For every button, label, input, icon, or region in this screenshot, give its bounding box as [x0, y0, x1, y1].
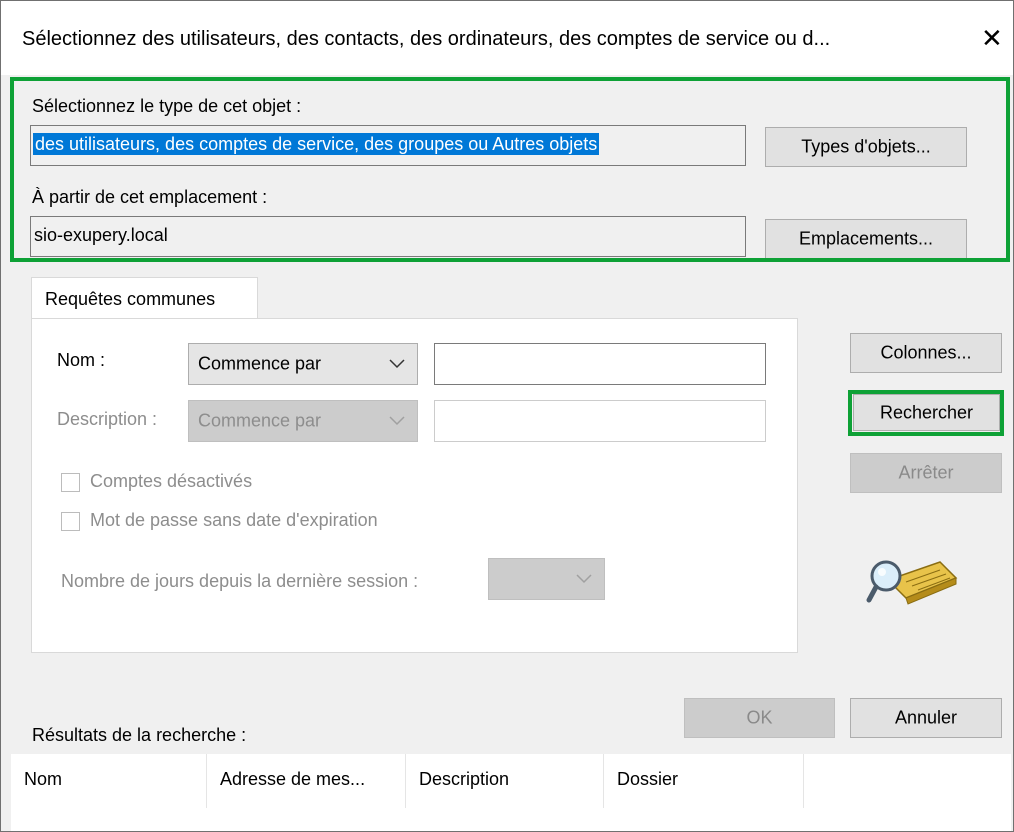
results-column-headers: Nom Adresse de mes... Description Dossie… [11, 754, 1011, 808]
object-types-button[interactable]: Types d'objets... [765, 127, 967, 167]
search-button-label: Rechercher [879, 402, 974, 422]
column-header-description[interactable]: Description [406, 754, 604, 808]
tab-common-queries-label: Requêtes communes [45, 289, 216, 309]
stop-button[interactable]: Arrêter [850, 453, 1002, 493]
find-flashlight-icon [866, 560, 958, 605]
columns-button[interactable]: Colonnes... [850, 333, 1002, 373]
name-input[interactable] [434, 343, 766, 385]
search-results-label: Résultats de la recherche : [32, 725, 247, 745]
results-list[interactable] [11, 808, 1011, 831]
column-header-name[interactable]: Nom [11, 754, 207, 808]
no-expiry-password-label: Mot de passe sans date d'expiration [90, 510, 378, 530]
ok-button[interactable]: OK [684, 698, 835, 738]
days-since-logon-label: Nombre de jours depuis la dernière sessi… [61, 571, 419, 591]
object-type-field[interactable]: des utilisateurs, des comptes de service… [30, 125, 746, 166]
description-label: Description : [57, 409, 158, 429]
column-header-folder[interactable]: Dossier [604, 754, 804, 808]
select-objects-dialog: Sélectionnez des utilisateurs, des conta… [0, 0, 1014, 832]
name-mode-select[interactable]: Commence par [188, 343, 418, 385]
location-value: sio-exupery.local [34, 225, 168, 245]
disabled-accounts-checkbox[interactable] [61, 473, 80, 492]
tab-common-queries[interactable]: Requêtes communes [31, 277, 258, 319]
disabled-accounts-label: Comptes désactivés [90, 471, 253, 491]
ok-button-label: OK [746, 707, 773, 728]
dialog-title: Sélectionnez des utilisateurs, des conta… [22, 28, 831, 50]
cancel-button-label: Annuler [894, 707, 958, 728]
location-field[interactable]: sio-exupery.local [30, 216, 746, 257]
locations-button-label: Emplacements... [798, 228, 934, 249]
description-mode-value: Commence par [198, 410, 322, 431]
chevron-down-icon [389, 416, 405, 426]
object-types-button-label: Types d'objets... [801, 136, 931, 157]
search-button[interactable]: Rechercher [853, 394, 1000, 431]
location-label: À partir de cet emplacement : [32, 187, 268, 207]
description-input[interactable] [434, 400, 766, 442]
column-header-email-label: Adresse de mes... [220, 769, 366, 789]
name-label: Nom : [57, 350, 106, 370]
object-type-label: Sélectionnez le type de cet objet : [32, 96, 302, 116]
days-since-logon-select[interactable] [488, 558, 605, 600]
chevron-down-icon [576, 574, 592, 584]
column-header-folder-label: Dossier [617, 769, 679, 789]
name-mode-value: Commence par [198, 353, 322, 374]
no-expiry-password-checkbox[interactable] [61, 512, 80, 531]
cancel-button[interactable]: Annuler [850, 698, 1002, 738]
chevron-down-icon [389, 359, 405, 369]
locations-button[interactable]: Emplacements... [765, 219, 967, 259]
column-header-description-label: Description [419, 769, 510, 789]
columns-button-label: Colonnes... [880, 342, 972, 363]
column-header-email[interactable]: Adresse de mes... [207, 754, 406, 808]
column-header-name-label: Nom [24, 769, 63, 789]
description-mode-select[interactable]: Commence par [188, 400, 418, 442]
close-icon[interactable]: ✕ [981, 25, 1003, 51]
object-type-value: des utilisateurs, des comptes de service… [33, 133, 600, 155]
title-bar: Sélectionnez des utilisateurs, des conta… [1, 1, 1013, 75]
stop-button-label: Arrêter [898, 462, 954, 483]
